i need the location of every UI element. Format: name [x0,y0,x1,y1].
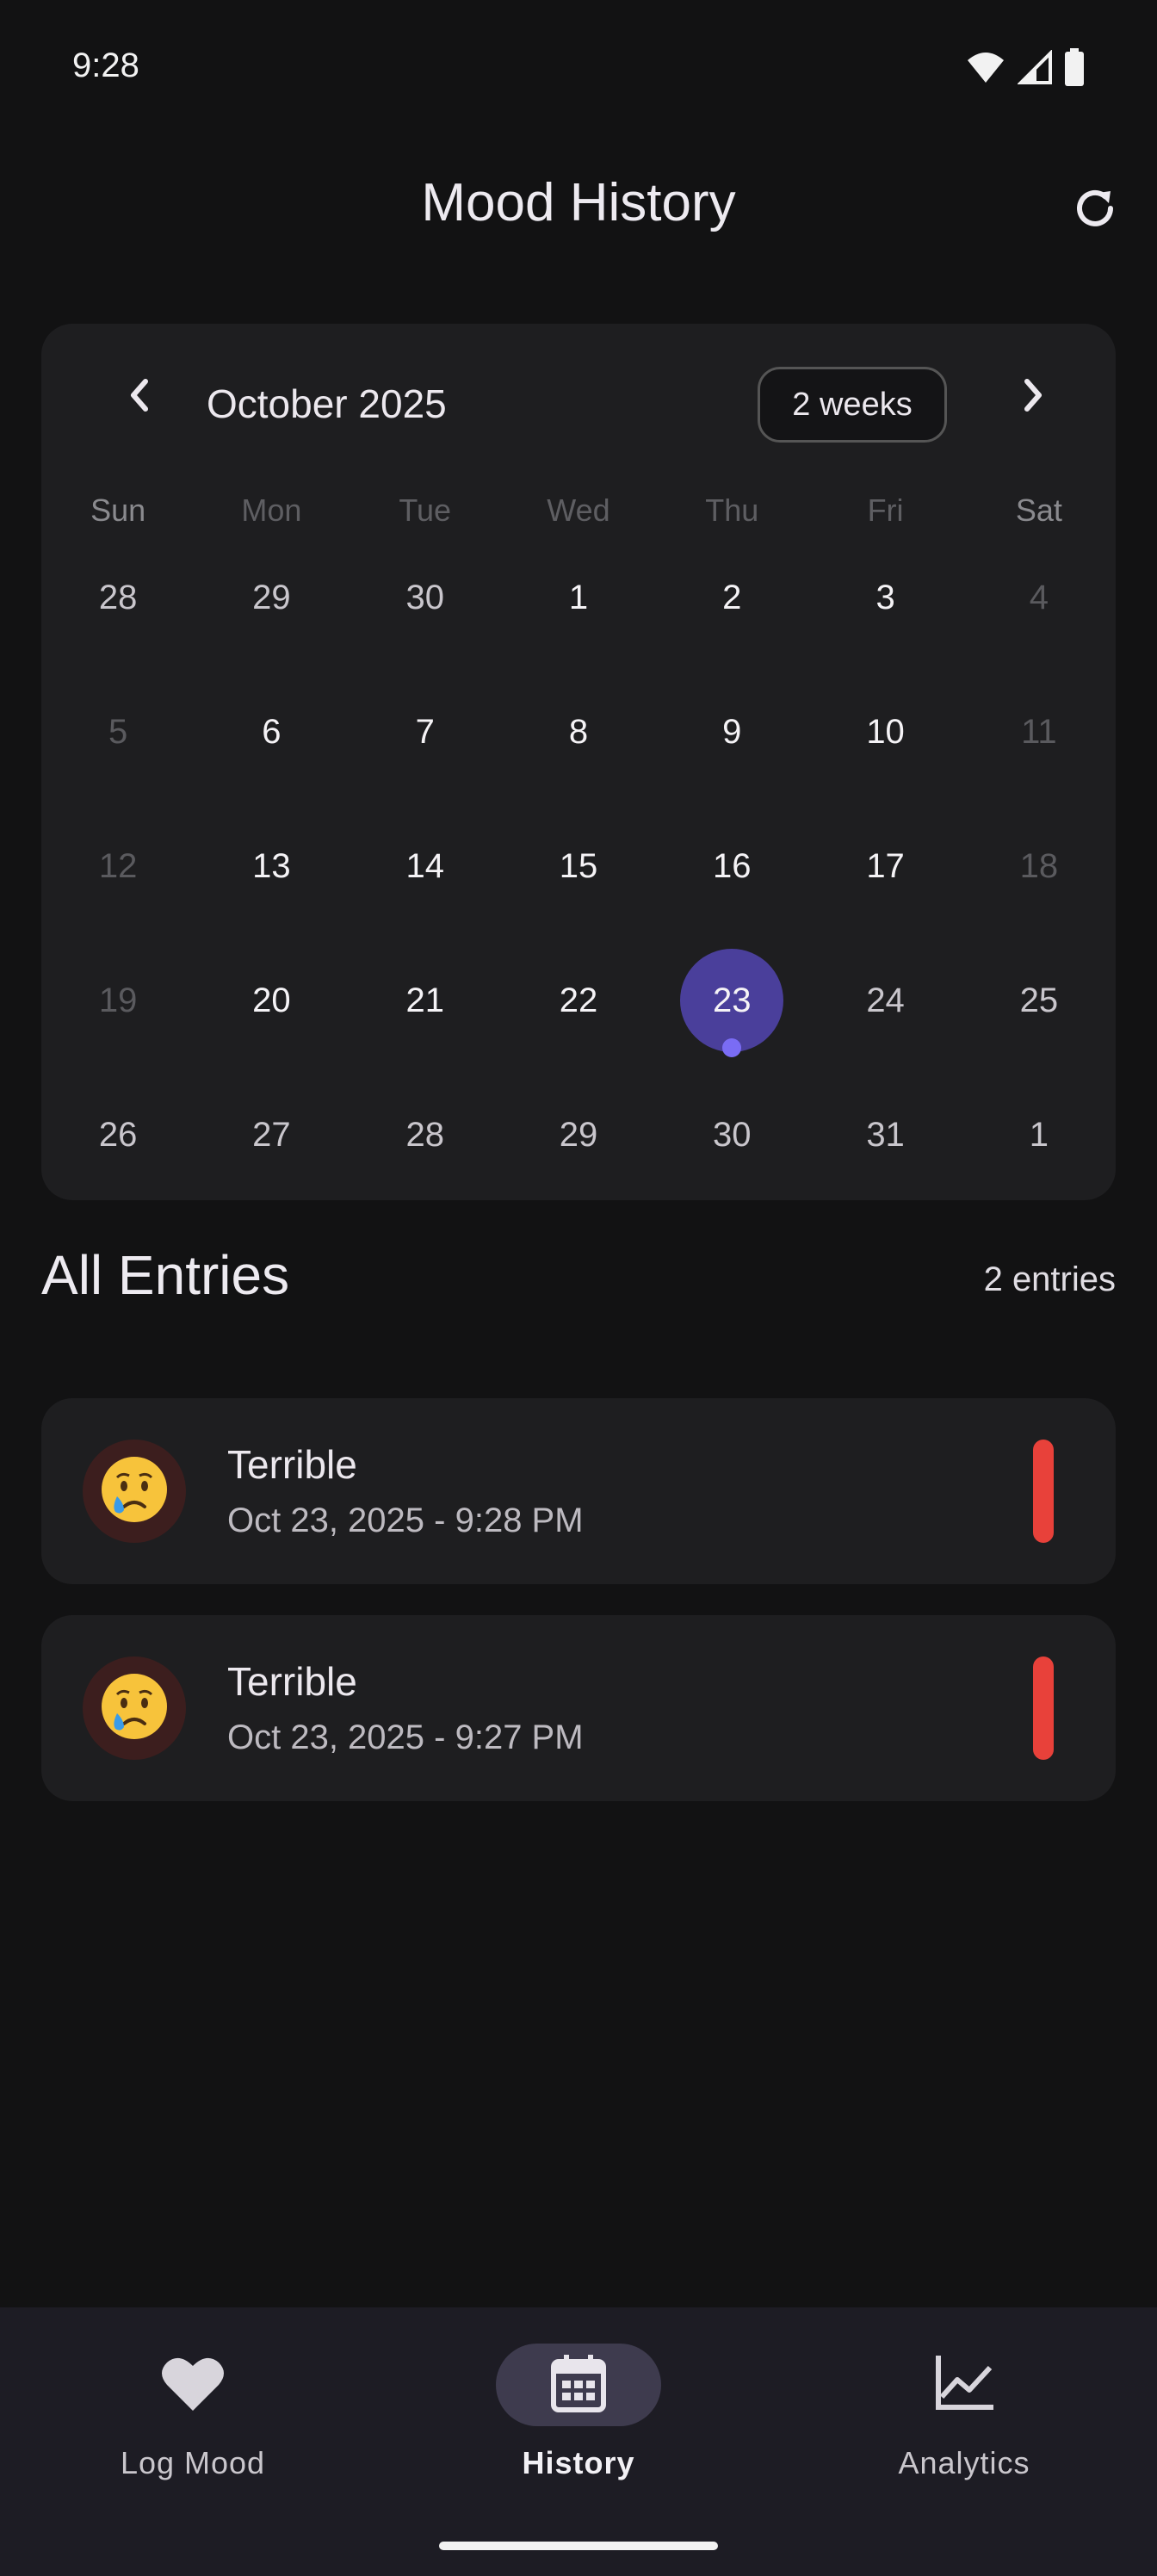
calendar-day[interactable]: 11 [962,665,1116,799]
calendar-week: 28 29 30 1 2 3 4 [41,530,1116,665]
weekday-label: Sat [1015,492,1062,528]
calendar-week: 5 6 7 8 9 10 11 [41,665,1116,799]
calendar-day[interactable]: 12 [41,799,195,933]
nav-label: Analytics [898,2445,1030,2480]
calendar-day-selected[interactable]: 23 [655,933,808,1068]
calendar-day[interactable]: 27 [195,1068,348,1202]
calendar-day[interactable]: 20 [195,933,348,1068]
heart-icon [160,2354,226,2417]
next-month-button[interactable] [1007,371,1059,423]
calendar-icon [550,2353,607,2418]
mood-color-indicator [1033,1656,1054,1760]
weekday-label: Tue [399,492,452,528]
calendar-month-label: October 2025 [207,381,447,426]
weekday-label: Fri [867,492,904,528]
calendar-day[interactable]: 10 [808,665,962,799]
calendar-day[interactable]: 15 [502,799,655,933]
mood-emoji-avatar [83,1440,186,1543]
calendar-week: 19 20 21 22 23 24 25 [41,933,1116,1068]
calendar-day[interactable]: 19 [41,933,195,1068]
nav-item-log-mood[interactable]: Log Mood [0,2342,386,2514]
home-indicator[interactable] [439,2542,718,2550]
previous-month-button[interactable] [114,371,165,423]
calendar-day[interactable]: 13 [195,799,348,933]
mood-emoji-avatar [83,1656,186,1760]
chart-icon [933,2354,995,2417]
chevron-right-icon [1020,378,1046,417]
weekday-header: Sun Mon Tue Wed Thu Fri Sat [41,492,1116,529]
entry-datetime: Oct 23, 2025 - 9:27 PM [227,1718,584,1756]
calendar-day[interactable]: 29 [502,1068,655,1202]
calendar-day[interactable]: 18 [962,799,1116,933]
bottom-navigation: Log Mood History Analytics [0,2307,1157,2576]
calendar-day[interactable]: 2 [655,530,808,665]
calendar-day[interactable]: 4 [962,530,1116,665]
calendar-week: 12 13 14 15 16 17 18 [41,799,1116,933]
entry-datetime: Oct 23, 2025 - 9:28 PM [227,1502,584,1539]
calendar-day[interactable]: 9 [655,665,808,799]
calendar-day[interactable]: 26 [41,1068,195,1202]
calendar-day[interactable]: 25 [962,933,1116,1068]
status-icons [966,48,1085,90]
nav-label: History [522,2445,635,2480]
calendar-day[interactable]: 6 [195,665,348,799]
signal-icon [1017,49,1052,89]
calendar-day[interactable]: 29 [195,530,348,665]
crying-face-icon [98,1453,170,1530]
calendar-day[interactable]: 16 [655,799,808,933]
mood-entry-card[interactable]: Terrible Oct 23, 2025 - 9:28 PM [41,1398,1116,1584]
calendar-day[interactable]: 30 [655,1068,808,1202]
weekday-label: Sun [90,492,146,528]
nav-icon-container [882,2344,1047,2426]
nav-active-indicator [496,2344,661,2426]
weekday-label: Thu [705,492,759,528]
calendar-day[interactable]: 17 [808,799,962,933]
calendar-day[interactable]: 1 [962,1068,1116,1202]
calendar-day[interactable]: 21 [349,933,502,1068]
calendar-day[interactable]: 22 [502,933,655,1068]
nav-item-analytics[interactable]: Analytics [771,2342,1157,2514]
nav-icon-container [110,2344,275,2426]
refresh-icon [1071,184,1119,237]
calendar-card: October 2025 2 weeks Sun Mon Tue Wed Thu… [41,324,1116,1200]
battery-icon [1064,48,1085,90]
entries-section-title: All Entries [41,1244,290,1306]
nav-item-history[interactable]: History [386,2342,771,2514]
calendar-day[interactable]: 24 [808,933,962,1068]
calendar-format-button[interactable]: 2 weeks [758,367,947,443]
chevron-left-icon [127,378,152,417]
calendar-day[interactable]: 8 [502,665,655,799]
calendar-day[interactable]: 1 [502,530,655,665]
calendar-day[interactable]: 5 [41,665,195,799]
entry-mood-label: Terrible [227,1659,357,1704]
screen: 9:28 Mood History October 2025 2 weeks S… [0,0,1157,2576]
calendar-week: 26 27 28 29 30 31 1 [41,1068,1116,1202]
entry-marker-dot [722,1038,742,1057]
mood-color-indicator [1033,1440,1054,1543]
calendar-day[interactable]: 3 [808,530,962,665]
crying-face-icon [98,1670,170,1747]
refresh-button[interactable] [1067,183,1123,238]
calendar-day[interactable]: 28 [349,1068,502,1202]
entries-count: 2 entries [983,1260,1116,1298]
wifi-icon [966,50,1005,89]
weekday-label: Wed [547,492,610,528]
entry-mood-label: Terrible [227,1442,357,1487]
mood-entry-card[interactable]: Terrible Oct 23, 2025 - 9:27 PM [41,1615,1116,1801]
weekday-label: Mon [241,492,302,528]
page-title: Mood History [421,173,736,232]
calendar-day[interactable]: 30 [349,530,502,665]
calendar-day[interactable]: 28 [41,530,195,665]
calendar-day[interactable]: 31 [808,1068,962,1202]
status-time: 9:28 [72,46,139,84]
calendar-day[interactable]: 14 [349,799,502,933]
nav-label: Log Mood [120,2445,266,2480]
calendar-day[interactable]: 7 [349,665,502,799]
